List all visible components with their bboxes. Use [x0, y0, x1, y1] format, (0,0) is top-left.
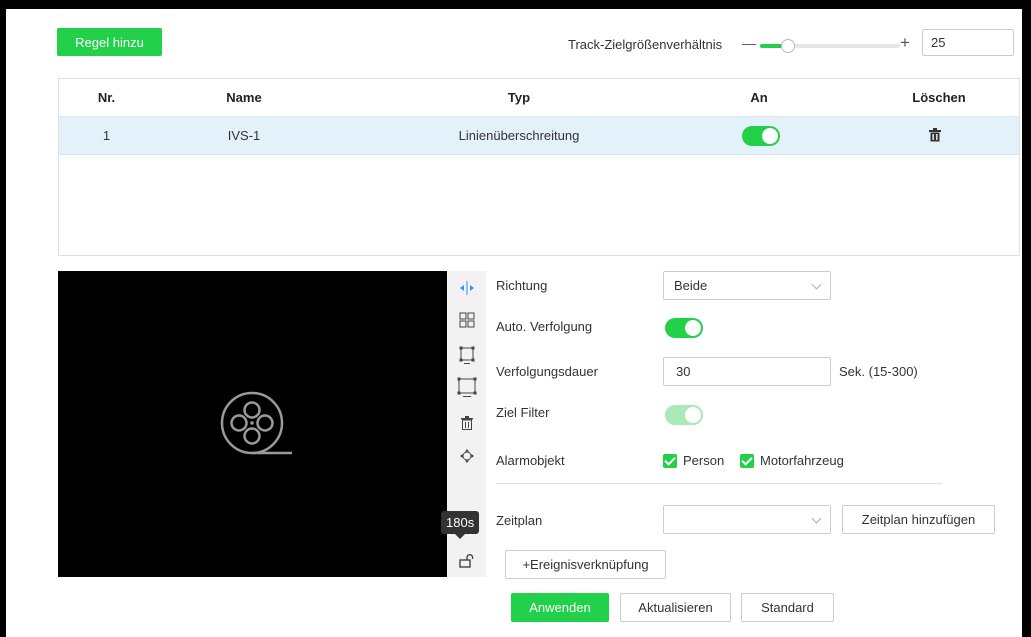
duration-tooltip: 180s: [441, 511, 480, 539]
divider: [496, 483, 942, 484]
lock-icon[interactable]: [447, 554, 486, 571]
track-duration-input[interactable]: 30: [663, 357, 831, 386]
drawing-toolbar: 180s: [441, 271, 486, 577]
ratio-input[interactable]: 25: [922, 29, 1014, 56]
table-header: Nr. Name Typ An Löschen: [59, 79, 1019, 117]
add-schedule-button[interactable]: Zeitplan hinzufügen: [842, 505, 995, 534]
ratio-label: Track-Zielgrößenverhältnis: [568, 37, 723, 52]
ratio-slider-handle[interactable]: [781, 39, 795, 53]
refresh-button[interactable]: Aktualisieren: [620, 593, 731, 622]
grid-icon[interactable]: [447, 312, 486, 331]
alarm-object-label: Alarmobjekt: [496, 453, 565, 468]
video-placeholder-icon: [220, 391, 292, 455]
header-delete: Löschen: [912, 90, 966, 105]
row-type: Linienüberschreitung: [458, 128, 580, 143]
row-name: IVS-1: [227, 128, 261, 143]
target-filter-toggle[interactable]: [665, 405, 703, 425]
ratio-plus-button[interactable]: +: [900, 33, 910, 53]
event-link-button[interactable]: +Ereignisverknüpfung: [505, 550, 666, 579]
header-typ: Typ: [507, 90, 531, 105]
direction-value: Beide: [674, 278, 708, 293]
schedule-label: Zeitplan: [496, 513, 543, 528]
target-filter-label: Ziel Filter: [496, 405, 550, 420]
move-icon[interactable]: [447, 449, 486, 466]
max-box-icon[interactable]: [447, 377, 486, 402]
auto-track-toggle[interactable]: [665, 318, 703, 338]
trash-icon[interactable]: [447, 416, 486, 433]
person-label: Person: [683, 453, 725, 468]
header-name: Name: [226, 90, 262, 105]
schedule-select[interactable]: [663, 505, 831, 534]
delete-icon[interactable]: [929, 128, 943, 144]
default-button[interactable]: Standard: [741, 593, 834, 622]
rule-config-panel: Regel hinzu Track-Zielgrößenverhältnis —…: [6, 9, 1022, 637]
ratio-minus-button[interactable]: —: [742, 35, 756, 51]
direction-icon[interactable]: [447, 281, 486, 298]
vehicle-label: Motorfahrzeug: [760, 453, 844, 468]
min-box-icon[interactable]: [447, 346, 486, 369]
chevron-down-icon: [811, 513, 822, 524]
header-nr: Nr.: [97, 90, 116, 105]
add-rule-button[interactable]: Regel hinzu: [57, 28, 162, 56]
person-checkbox[interactable]: [663, 454, 677, 468]
track-duration-label: Verfolgungsdauer: [496, 364, 598, 379]
direction-label: Richtung: [496, 278, 548, 293]
table-row[interactable]: 1 IVS-1 Linienüberschreitung: [59, 117, 1019, 155]
track-duration-unit: Sek. (15-300): [839, 364, 918, 379]
direction-select[interactable]: Beide: [663, 271, 831, 300]
apply-button[interactable]: Anwenden: [511, 593, 609, 622]
chevron-down-icon: [811, 279, 822, 290]
video-preview[interactable]: [58, 271, 447, 577]
auto-track-label: Auto. Verfolgung: [496, 319, 593, 334]
row-nr: 1: [102, 128, 111, 143]
header-an: An: [750, 90, 768, 105]
vehicle-checkbox[interactable]: [740, 454, 754, 468]
ratio-slider[interactable]: [760, 39, 900, 53]
rules-table: Nr. Name Typ An Löschen 1 IVS-1 Linienüb…: [58, 78, 1020, 256]
row-enabled-toggle[interactable]: [742, 126, 780, 146]
